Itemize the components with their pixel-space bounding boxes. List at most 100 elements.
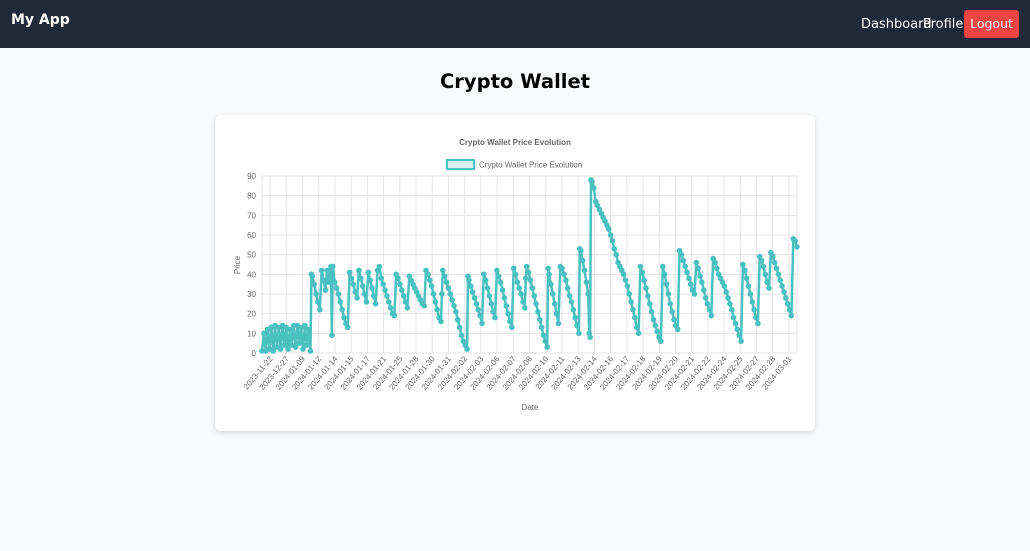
data-point bbox=[570, 306, 577, 313]
data-point bbox=[311, 281, 317, 287]
data-point bbox=[384, 293, 390, 299]
data-point bbox=[607, 232, 614, 238]
price-chart: Crypto Wallet Price Evolution Crypto Wal… bbox=[233, 138, 800, 412]
data-point bbox=[439, 291, 445, 297]
data-point bbox=[391, 312, 398, 319]
data-point bbox=[488, 301, 495, 307]
data-point bbox=[453, 308, 459, 315]
data-point bbox=[475, 306, 482, 313]
data-point bbox=[535, 308, 541, 315]
data-point bbox=[430, 291, 437, 297]
data-point bbox=[648, 308, 655, 315]
data-point bbox=[501, 295, 508, 301]
data-point bbox=[486, 293, 493, 299]
data-point bbox=[646, 301, 653, 307]
data-point bbox=[779, 283, 785, 289]
data-point bbox=[315, 299, 321, 305]
data-point bbox=[583, 279, 590, 285]
data-point bbox=[522, 305, 528, 311]
data-point bbox=[509, 324, 515, 331]
x-axis-ticks: 2023-11-222023-12-272024-01-092024-01-12… bbox=[242, 354, 794, 392]
data-point bbox=[350, 281, 357, 287]
logout-button[interactable]: Logout bbox=[964, 10, 1019, 38]
data-point bbox=[771, 259, 778, 266]
data-point bbox=[727, 301, 733, 307]
data-point bbox=[337, 299, 344, 305]
data-point bbox=[477, 312, 483, 319]
data-point bbox=[589, 179, 595, 185]
data-point bbox=[458, 332, 465, 339]
chart-card: Crypto Wallet Price Evolution Crypto Wal… bbox=[215, 115, 815, 431]
data-point bbox=[564, 285, 571, 291]
data-point bbox=[641, 277, 647, 283]
data-point bbox=[730, 314, 737, 321]
navbar: My App Dashboard Profile Logout bbox=[0, 0, 1030, 48]
data-point bbox=[527, 277, 534, 283]
data-point bbox=[628, 299, 634, 305]
data-point bbox=[361, 291, 368, 297]
data-point bbox=[770, 253, 776, 260]
app-brand[interactable]: My App bbox=[11, 12, 70, 28]
data-point bbox=[348, 275, 355, 282]
data-point bbox=[317, 306, 323, 313]
data-point bbox=[671, 316, 677, 323]
data-point bbox=[749, 299, 756, 305]
data-point bbox=[620, 271, 627, 278]
data-point bbox=[777, 277, 783, 283]
data-point bbox=[701, 287, 707, 293]
nav-link-dashboard[interactable]: Dashboard bbox=[861, 17, 932, 32]
data-point bbox=[303, 342, 310, 348]
data-point bbox=[447, 291, 454, 297]
data-point bbox=[318, 267, 325, 274]
data-point bbox=[775, 271, 782, 278]
data-point bbox=[702, 295, 709, 301]
data-point bbox=[367, 277, 373, 283]
data-point bbox=[572, 314, 578, 321]
data-point bbox=[654, 328, 660, 335]
data-point bbox=[665, 291, 672, 297]
data-point bbox=[643, 285, 649, 291]
y-tick-label: 40 bbox=[247, 270, 256, 279]
data-point bbox=[674, 326, 681, 333]
data-point bbox=[322, 287, 329, 293]
data-point bbox=[546, 271, 552, 278]
data-point bbox=[578, 247, 584, 254]
nav-link-profile[interactable]: Profile bbox=[923, 17, 963, 32]
data-point bbox=[736, 332, 742, 339]
data-point bbox=[695, 265, 701, 272]
data-point bbox=[745, 283, 752, 289]
data-point bbox=[587, 334, 593, 341]
data-point bbox=[352, 289, 358, 295]
data-point bbox=[307, 348, 314, 354]
legend-swatch[interactable] bbox=[446, 159, 475, 170]
data-point bbox=[376, 263, 383, 270]
data-point bbox=[395, 275, 401, 282]
data-point bbox=[296, 340, 303, 346]
x-axis-title: Date bbox=[522, 403, 539, 412]
data-point bbox=[760, 263, 767, 270]
page-title: Crypto Wallet bbox=[440, 70, 590, 93]
legend-label[interactable]: Crypto Wallet Price Evolution bbox=[479, 161, 582, 170]
data-point bbox=[514, 279, 521, 285]
data-point bbox=[525, 269, 532, 276]
data-point bbox=[784, 301, 791, 307]
data-point bbox=[764, 279, 770, 285]
data-point bbox=[492, 314, 498, 321]
data-point bbox=[482, 277, 489, 283]
data-point bbox=[663, 281, 670, 287]
data-point bbox=[356, 267, 362, 274]
data-point bbox=[382, 287, 388, 293]
data-point bbox=[372, 301, 379, 307]
data-point bbox=[624, 283, 631, 289]
data-point bbox=[725, 295, 731, 301]
data-point bbox=[684, 269, 690, 276]
data-point bbox=[633, 324, 640, 331]
data-point bbox=[449, 297, 455, 303]
data-point bbox=[481, 271, 487, 278]
data-point bbox=[330, 263, 336, 270]
data-point bbox=[354, 295, 360, 301]
data-point bbox=[697, 273, 703, 280]
data-point bbox=[773, 265, 780, 272]
data-point bbox=[568, 299, 575, 305]
data-point bbox=[466, 277, 472, 283]
